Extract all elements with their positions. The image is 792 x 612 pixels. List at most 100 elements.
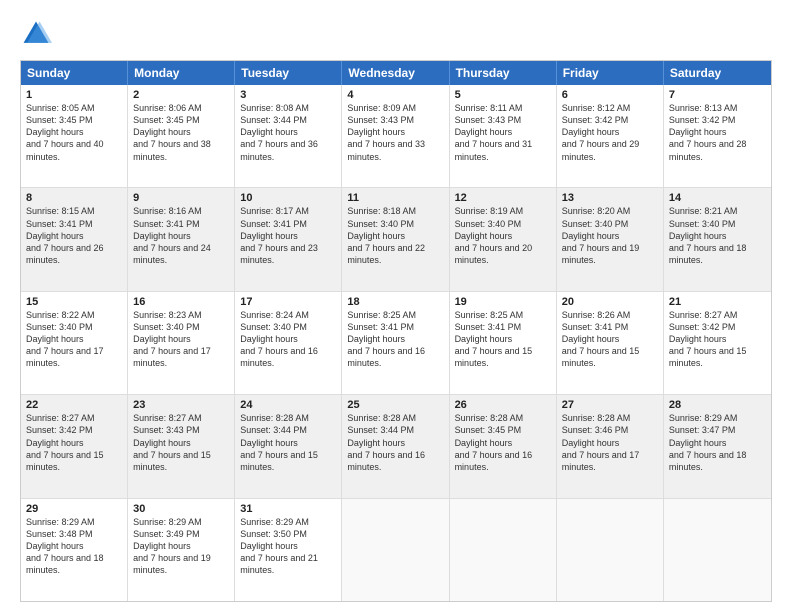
day-header-monday: Monday (128, 61, 235, 85)
cell-info: Sunrise: 8:11 AMSunset: 3:43 PMDaylight … (455, 103, 533, 162)
cell-info: Sunrise: 8:13 AMSunset: 3:42 PMDaylight … (669, 103, 747, 162)
cell-info: Sunrise: 8:15 AMSunset: 3:41 PMDaylight … (26, 206, 104, 265)
day-number: 22 (26, 399, 122, 411)
day-number: 2 (133, 89, 229, 101)
calendar-cell: 11Sunrise: 8:18 AMSunset: 3:40 PMDayligh… (342, 188, 449, 290)
calendar-cell: 19 Sunrise: 8:25 AMSunset: 3:41 PMDayligh… (450, 292, 557, 394)
cell-info: Sunrise: 8:27 AMSunset: 3:43 PMDaylight … (133, 413, 211, 472)
cell-info: Sunrise: 8:25 AMSunset: 3:41 PMDaylight … (455, 310, 533, 369)
day-number: 30 (133, 503, 229, 515)
day-number: 11 (347, 192, 443, 204)
calendar-cell: 21 Sunrise: 8:27 AMSunset: 3:42 PMDayligh… (664, 292, 771, 394)
calendar-cell: 25Sunrise: 8:28 AMSunset: 3:44 PMDayligh… (342, 395, 449, 497)
page: SundayMondayTuesdayWednesdayThursdayFrid… (0, 0, 792, 612)
cell-info: Sunrise: 8:27 AMSunset: 3:42 PMDaylight … (669, 310, 747, 369)
day-number: 1 (26, 89, 122, 101)
day-number: 26 (455, 399, 551, 411)
day-number: 18 (347, 296, 443, 308)
calendar-cell (450, 499, 557, 601)
cell-info: Sunrise: 8:17 AMSunset: 3:41 PMDaylight … (240, 206, 318, 265)
cell-info: Sunrise: 8:24 AMSunset: 3:40 PMDaylight … (240, 310, 318, 369)
calendar-cell (342, 499, 449, 601)
day-number: 25 (347, 399, 443, 411)
calendar-cell: 6Sunrise: 8:12 AMSunset: 3:42 PMDaylight… (557, 85, 664, 187)
day-number: 15 (26, 296, 122, 308)
calendar-cell: 13 Sunrise: 8:20 AMSunset: 3:40 PMDayligh… (557, 188, 664, 290)
header (20, 18, 772, 50)
day-header-tuesday: Tuesday (235, 61, 342, 85)
day-number: 4 (347, 89, 443, 101)
calendar-cell: 4 Sunrise: 8:09 AMSunset: 3:43 PMDaylight… (342, 85, 449, 187)
cell-info: Sunrise: 8:19 AMSunset: 3:40 PMDaylight … (455, 206, 533, 265)
day-number: 24 (240, 399, 336, 411)
cell-info: Sunrise: 8:21 AMSunset: 3:40 PMDaylight … (669, 206, 747, 265)
day-number: 19 (455, 296, 551, 308)
day-number: 10 (240, 192, 336, 204)
calendar-cell: 26 Sunrise: 8:28 AMSunset: 3:45 PMDayligh… (450, 395, 557, 497)
day-number: 31 (240, 503, 336, 515)
calendar-cell: 7 Sunrise: 8:13 AMSunset: 3:42 PMDaylight… (664, 85, 771, 187)
cell-info: Sunrise: 8:09 AMSunset: 3:43 PMDaylight … (347, 103, 425, 162)
calendar-cell: 27Sunrise: 8:28 AMSunset: 3:46 PMDayligh… (557, 395, 664, 497)
calendar-row-5: 29 Sunrise: 8:29 AMSunset: 3:48 PMDayligh… (21, 498, 771, 601)
day-number: 13 (562, 192, 658, 204)
day-number: 16 (133, 296, 229, 308)
calendar-cell: 28Sunrise: 8:29 AMSunset: 3:47 PMDayligh… (664, 395, 771, 497)
day-number: 29 (26, 503, 122, 515)
calendar: SundayMondayTuesdayWednesdayThursdayFrid… (20, 60, 772, 602)
calendar-cell: 20 Sunrise: 8:26 AMSunset: 3:41 PMDayligh… (557, 292, 664, 394)
cell-info: Sunrise: 8:28 AMSunset: 3:44 PMDaylight … (240, 413, 318, 472)
calendar-cell: 18 Sunrise: 8:25 AMSunset: 3:41 PMDayligh… (342, 292, 449, 394)
calendar-cell: 5 Sunrise: 8:11 AMSunset: 3:43 PMDaylight… (450, 85, 557, 187)
calendar-cell: 17 Sunrise: 8:24 AMSunset: 3:40 PMDayligh… (235, 292, 342, 394)
calendar-row-1: 1 Sunrise: 8:05 AMSunset: 3:45 PMDaylight… (21, 85, 771, 187)
cell-info: Sunrise: 8:26 AMSunset: 3:41 PMDaylight … (562, 310, 640, 369)
day-number: 5 (455, 89, 551, 101)
calendar-body: 1 Sunrise: 8:05 AMSunset: 3:45 PMDaylight… (21, 85, 771, 601)
calendar-cell: 16 Sunrise: 8:23 AMSunset: 3:40 PMDayligh… (128, 292, 235, 394)
cell-info: Sunrise: 8:28 AMSunset: 3:46 PMDaylight … (562, 413, 640, 472)
calendar-header: SundayMondayTuesdayWednesdayThursdayFrid… (21, 61, 771, 85)
calendar-cell: 14 Sunrise: 8:21 AMSunset: 3:40 PMDayligh… (664, 188, 771, 290)
day-number: 20 (562, 296, 658, 308)
day-number: 9 (133, 192, 229, 204)
day-number: 17 (240, 296, 336, 308)
calendar-row-4: 22 Sunrise: 8:27 AMSunset: 3:42 PMDayligh… (21, 394, 771, 497)
calendar-cell: 2 Sunrise: 8:06 AMSunset: 3:45 PMDaylight… (128, 85, 235, 187)
calendar-cell: 15 Sunrise: 8:22 AMSunset: 3:40 PMDayligh… (21, 292, 128, 394)
calendar-cell: 23Sunrise: 8:27 AMSunset: 3:43 PMDayligh… (128, 395, 235, 497)
day-header-saturday: Saturday (664, 61, 771, 85)
logo (20, 18, 56, 50)
calendar-cell: 3 Sunrise: 8:08 AMSunset: 3:44 PMDaylight… (235, 85, 342, 187)
day-header-sunday: Sunday (21, 61, 128, 85)
cell-info: Sunrise: 8:27 AMSunset: 3:42 PMDaylight … (26, 413, 104, 472)
calendar-cell: 12Sunrise: 8:19 AMSunset: 3:40 PMDayligh… (450, 188, 557, 290)
cell-info: Sunrise: 8:23 AMSunset: 3:40 PMDaylight … (133, 310, 211, 369)
day-header-friday: Friday (557, 61, 664, 85)
day-number: 14 (669, 192, 766, 204)
cell-info: Sunrise: 8:05 AMSunset: 3:45 PMDaylight … (26, 103, 104, 162)
day-header-thursday: Thursday (450, 61, 557, 85)
day-number: 21 (669, 296, 766, 308)
calendar-row-2: 8Sunrise: 8:15 AMSunset: 3:41 PMDaylight… (21, 187, 771, 290)
cell-info: Sunrise: 8:28 AMSunset: 3:45 PMDaylight … (455, 413, 533, 472)
cell-info: Sunrise: 8:12 AMSunset: 3:42 PMDaylight … (562, 103, 640, 162)
cell-info: Sunrise: 8:29 AMSunset: 3:50 PMDaylight … (240, 517, 318, 576)
calendar-cell: 1 Sunrise: 8:05 AMSunset: 3:45 PMDaylight… (21, 85, 128, 187)
cell-info: Sunrise: 8:20 AMSunset: 3:40 PMDaylight … (562, 206, 640, 265)
calendar-cell: 29 Sunrise: 8:29 AMSunset: 3:48 PMDayligh… (21, 499, 128, 601)
calendar-row-3: 15 Sunrise: 8:22 AMSunset: 3:40 PMDayligh… (21, 291, 771, 394)
day-number: 7 (669, 89, 766, 101)
logo-icon (20, 18, 52, 50)
day-number: 28 (669, 399, 766, 411)
cell-info: Sunrise: 8:25 AMSunset: 3:41 PMDaylight … (347, 310, 425, 369)
day-header-wednesday: Wednesday (342, 61, 449, 85)
cell-info: Sunrise: 8:29 AMSunset: 3:48 PMDaylight … (26, 517, 104, 576)
cell-info: Sunrise: 8:22 AMSunset: 3:40 PMDaylight … (26, 310, 104, 369)
calendar-cell: 22 Sunrise: 8:27 AMSunset: 3:42 PMDayligh… (21, 395, 128, 497)
cell-info: Sunrise: 8:06 AMSunset: 3:45 PMDaylight … (133, 103, 211, 162)
calendar-cell: 10 Sunrise: 8:17 AMSunset: 3:41 PMDayligh… (235, 188, 342, 290)
day-number: 3 (240, 89, 336, 101)
calendar-cell: 24 Sunrise: 8:28 AMSunset: 3:44 PMDayligh… (235, 395, 342, 497)
cell-info: Sunrise: 8:08 AMSunset: 3:44 PMDaylight … (240, 103, 318, 162)
